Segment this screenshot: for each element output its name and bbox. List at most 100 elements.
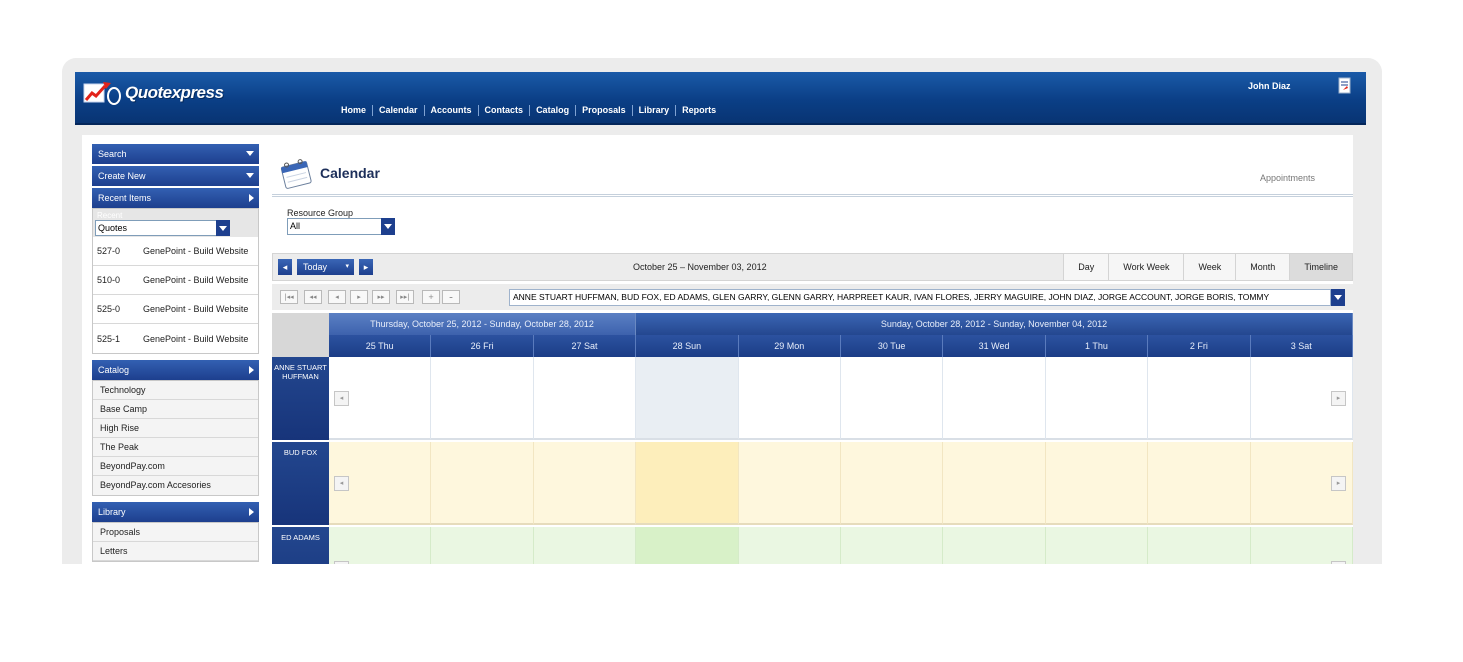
time-slot[interactable] [636, 357, 739, 440]
time-slot[interactable] [840, 442, 944, 525]
time-slot[interactable] [1250, 527, 1353, 564]
resources-list[interactable]: ANNE STUART HUFFMAN, BUD FOX, ED ADAMS, … [509, 289, 1331, 306]
catalog-item[interactable]: BeyondPay.com [93, 457, 258, 476]
view-work-week[interactable]: Work Week [1108, 254, 1184, 280]
nav-home[interactable]: Home [335, 105, 374, 116]
time-slot[interactable] [1045, 527, 1149, 564]
list-item[interactable]: 510-0 GenePoint - Build Website [93, 266, 258, 295]
library-item[interactable]: Proposals [93, 523, 258, 542]
time-slot[interactable] [431, 527, 534, 564]
last-page-icon[interactable]: ▸▸| [396, 290, 414, 304]
time-slot[interactable] [943, 527, 1046, 564]
nav-library[interactable]: Library [633, 105, 677, 116]
view-month[interactable]: Month [1235, 254, 1290, 280]
nav-accounts[interactable]: Accounts [425, 105, 479, 116]
list-item[interactable]: 527-0 GenePoint - Build Website [93, 237, 258, 266]
chevron-right-icon [249, 194, 254, 202]
time-slot[interactable] [533, 442, 637, 525]
sidebar-catalog-header[interactable]: Catalog [92, 360, 259, 380]
catalog-list: Technology Base Camp High Rise The Peak … [92, 380, 259, 496]
catalog-item[interactable]: Technology [93, 381, 258, 400]
time-slot[interactable] [840, 527, 944, 564]
list-item[interactable]: 525-1 GenePoint - Build Website [93, 324, 258, 353]
view-day[interactable]: Day [1063, 254, 1109, 280]
recent-item-name: GenePoint - Build Website [143, 275, 249, 285]
scroll-right-icon[interactable]: ▸ [1331, 391, 1346, 406]
time-slot[interactable] [738, 527, 841, 564]
time-slot[interactable] [1148, 357, 1251, 440]
catalog-item[interactable]: Base Camp [93, 400, 258, 419]
nav-calendar[interactable]: Calendar [373, 105, 425, 116]
chevron-right-icon [249, 366, 254, 374]
next-page-icon[interactable]: ▸▸ [372, 290, 390, 304]
day-header: 31 Wed [943, 335, 1046, 357]
time-slot[interactable] [943, 357, 1046, 440]
time-slot[interactable] [1148, 442, 1251, 525]
time-slot[interactable] [1045, 357, 1149, 440]
time-slot[interactable] [636, 442, 739, 525]
nav-contacts[interactable]: Contacts [479, 105, 531, 116]
today-label: Today [303, 262, 328, 272]
plus-icon[interactable]: + [422, 290, 440, 304]
library-item[interactable]: Letters [93, 542, 258, 561]
nav-reports[interactable]: Reports [676, 105, 722, 116]
sidebar-library-header[interactable]: Library [92, 502, 259, 522]
prev-icon[interactable]: ◂ [328, 290, 346, 304]
view-week[interactable]: Week [1183, 254, 1236, 280]
chevron-down-icon[interactable] [1331, 289, 1345, 306]
chevron-down-icon[interactable] [216, 220, 230, 236]
sidebar-recent-items-header[interactable]: Recent Items [92, 188, 259, 208]
today-button[interactable]: Today ▾ [297, 259, 354, 275]
next-icon[interactable]: ▸ [350, 290, 368, 304]
scroll-right-icon[interactable]: ▸ [1331, 561, 1346, 564]
logo-text: Quotexpress [125, 83, 224, 102]
list-item[interactable]: 525-0 GenePoint - Build Website [93, 295, 258, 324]
time-slot[interactable] [1045, 442, 1149, 525]
view-switcher: Day Work Week Week Month Timeline [1063, 254, 1352, 280]
scroll-left-icon[interactable]: ◂ [334, 476, 349, 491]
content-area: Search Create New Recent Items Recent Qu… [82, 135, 1353, 564]
time-slot[interactable] [431, 442, 534, 525]
time-slot[interactable] [738, 357, 841, 440]
first-page-icon[interactable]: |◂◂ [280, 290, 298, 304]
time-slot[interactable] [533, 527, 637, 564]
chevron-down-icon[interactable] [381, 218, 395, 235]
day-header: 1 Thu [1046, 335, 1149, 357]
nav-catalog[interactable]: Catalog [530, 105, 577, 116]
sidebar: Search Create New Recent Items Recent Qu… [92, 144, 259, 564]
time-slot[interactable] [636, 527, 739, 564]
logo[interactable]: Quotexpress [83, 78, 224, 108]
chevron-down-icon: ▾ [345, 263, 349, 270]
week-header: Thursday, October 25, 2012 - Sunday, Oct… [329, 313, 636, 335]
minus-icon[interactable]: – [442, 290, 460, 304]
prev-button[interactable]: ◂ [278, 259, 292, 275]
time-slot[interactable] [840, 357, 944, 440]
time-slot[interactable] [1148, 527, 1251, 564]
time-slot[interactable] [943, 442, 1046, 525]
scroll-left-icon[interactable]: ◂ [334, 561, 349, 564]
time-slot[interactable] [533, 357, 637, 440]
nav-proposals[interactable]: Proposals [576, 105, 633, 116]
appointments-label[interactable]: Appointments [1260, 173, 1315, 183]
day-header: 28 Sun [636, 335, 739, 357]
time-slot[interactable] [738, 442, 841, 525]
sidebar-create-new-header[interactable]: Create New [92, 166, 259, 186]
catalog-item[interactable]: The Peak [93, 438, 258, 457]
catalog-item[interactable]: BeyondPay.com Accesories [93, 476, 258, 495]
view-timeline[interactable]: Timeline [1289, 254, 1352, 280]
next-button[interactable]: ▸ [359, 259, 373, 275]
recent-item-number: 525-0 [97, 304, 121, 314]
prev-page-icon[interactable]: ◂◂ [304, 290, 322, 304]
time-slot[interactable] [329, 527, 432, 564]
scroll-left-icon[interactable]: ◂ [334, 391, 349, 406]
document-icon[interactable] [1337, 77, 1353, 95]
resource-group-select[interactable]: All [287, 218, 395, 235]
resource-row: BUD FOX ◂ ▸ [272, 442, 1353, 525]
recent-sublabel: Recent [97, 211, 123, 220]
time-slot[interactable] [431, 357, 534, 440]
recent-type-select[interactable]: Quotes [95, 220, 230, 236]
sidebar-search-header[interactable]: Search [92, 144, 259, 164]
catalog-item[interactable]: High Rise [93, 419, 258, 438]
scroll-right-icon[interactable]: ▸ [1331, 476, 1346, 491]
user-name[interactable]: John Diaz [1248, 81, 1291, 91]
